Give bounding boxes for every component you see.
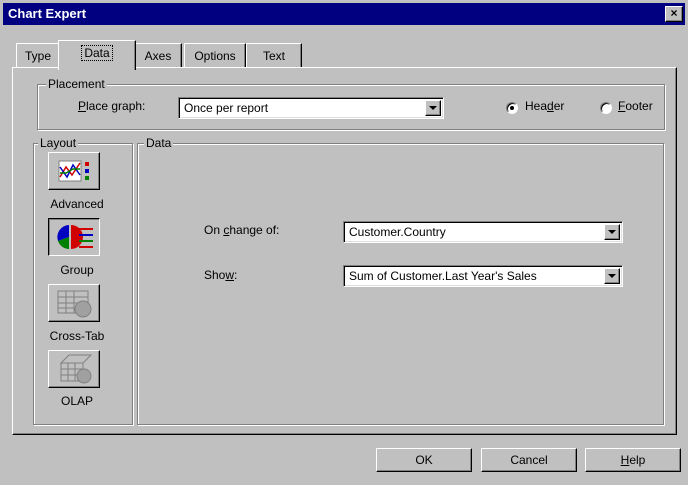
- tab-label: Data: [81, 45, 113, 61]
- chevron-down-icon[interactable]: [425, 100, 441, 116]
- tab-data[interactable]: Data: [58, 40, 136, 70]
- on-change-post: hange of:: [229, 223, 280, 237]
- help-button[interactable]: Help: [585, 448, 681, 472]
- olap-icon: [59, 354, 93, 384]
- close-button[interactable]: ×: [665, 6, 683, 22]
- data-tab-panel: Placement Place graph: Once per report H…: [12, 67, 677, 435]
- olap-label: OLAP: [60, 394, 93, 408]
- data-legend: Data: [144, 136, 174, 150]
- tab-label: Options: [194, 49, 236, 63]
- place-graph-mnemonic: P: [78, 99, 87, 113]
- layout-group: Layout Advanced Group Cross-Tab OLAP: [33, 136, 133, 425]
- cross-tab-label: Cross-Tab: [49, 329, 105, 343]
- group-layout-button[interactable]: [48, 218, 100, 256]
- close-icon: ×: [670, 6, 678, 20]
- show-mnemonic: w: [225, 268, 235, 282]
- on-change-of-select[interactable]: Customer.Country: [343, 221, 623, 243]
- place-graph-select[interactable]: Once per report: [178, 97, 444, 119]
- header-radio-label[interactable]: Header: [525, 99, 564, 113]
- show-pre: Sho: [204, 268, 226, 282]
- data-group: Data On change of: Customer.Country Show…: [137, 136, 664, 425]
- header-label-post: er: [553, 99, 565, 113]
- cancel-button[interactable]: Cancel: [481, 448, 577, 472]
- window-title: Chart Expert: [8, 6, 87, 21]
- tab-options[interactable]: Options: [184, 43, 246, 68]
- on-change-of-label: On change of:: [204, 223, 279, 237]
- chevron-down-icon[interactable]: [604, 268, 620, 284]
- tab-label: Axes: [144, 49, 172, 63]
- cross-tab-layout-button[interactable]: [48, 284, 100, 322]
- chart-expert-dialog: Chart Expert × Type Data Axes Options Te…: [0, 0, 688, 485]
- group-label: Group: [60, 263, 94, 277]
- header-label-pre: Hea: [525, 99, 548, 113]
- layout-legend: Layout: [38, 136, 79, 150]
- place-graph-label: Place graph:: [78, 99, 145, 113]
- tab-type[interactable]: Type: [16, 43, 60, 68]
- show-value: Sum of Customer.Last Year's Sales: [349, 269, 537, 283]
- header-radio[interactable]: [506, 102, 518, 114]
- ok-button[interactable]: OK: [376, 448, 472, 472]
- show-select[interactable]: Sum of Customer.Last Year's Sales: [343, 265, 623, 287]
- placement-legend: Placement: [46, 77, 107, 91]
- group-chart-icon: [57, 225, 93, 249]
- tab-text[interactable]: Text: [246, 43, 302, 68]
- footer-radio[interactable]: [600, 102, 612, 114]
- title-bar[interactable]: Chart Expert ×: [3, 3, 685, 25]
- cross-tab-icon: [57, 290, 92, 318]
- place-graph-label-text: lace graph:: [86, 99, 146, 113]
- on-change-of-value: Customer.Country: [349, 225, 446, 239]
- advanced-layout-button[interactable]: [48, 152, 100, 190]
- advanced-label: Advanced: [50, 197, 104, 211]
- help-label: elp: [629, 453, 646, 467]
- show-label: Show:: [204, 268, 237, 282]
- placement-group: Placement Place graph: Once per report H…: [37, 77, 665, 130]
- chevron-down-icon[interactable]: [604, 224, 620, 240]
- on-change-pre: On: [204, 223, 224, 237]
- header-label-mnemonic: d: [547, 99, 554, 113]
- show-post: :: [234, 268, 238, 282]
- footer-label-post: ooter: [625, 99, 653, 113]
- olap-layout-button[interactable]: [48, 350, 100, 388]
- tab-label: Type: [24, 49, 51, 63]
- footer-radio-label[interactable]: Footer: [618, 99, 653, 113]
- place-graph-value: Once per report: [184, 101, 269, 115]
- tab-label: Text: [262, 49, 285, 63]
- tab-axes[interactable]: Axes: [134, 43, 182, 68]
- advanced-chart-icon: [58, 160, 89, 182]
